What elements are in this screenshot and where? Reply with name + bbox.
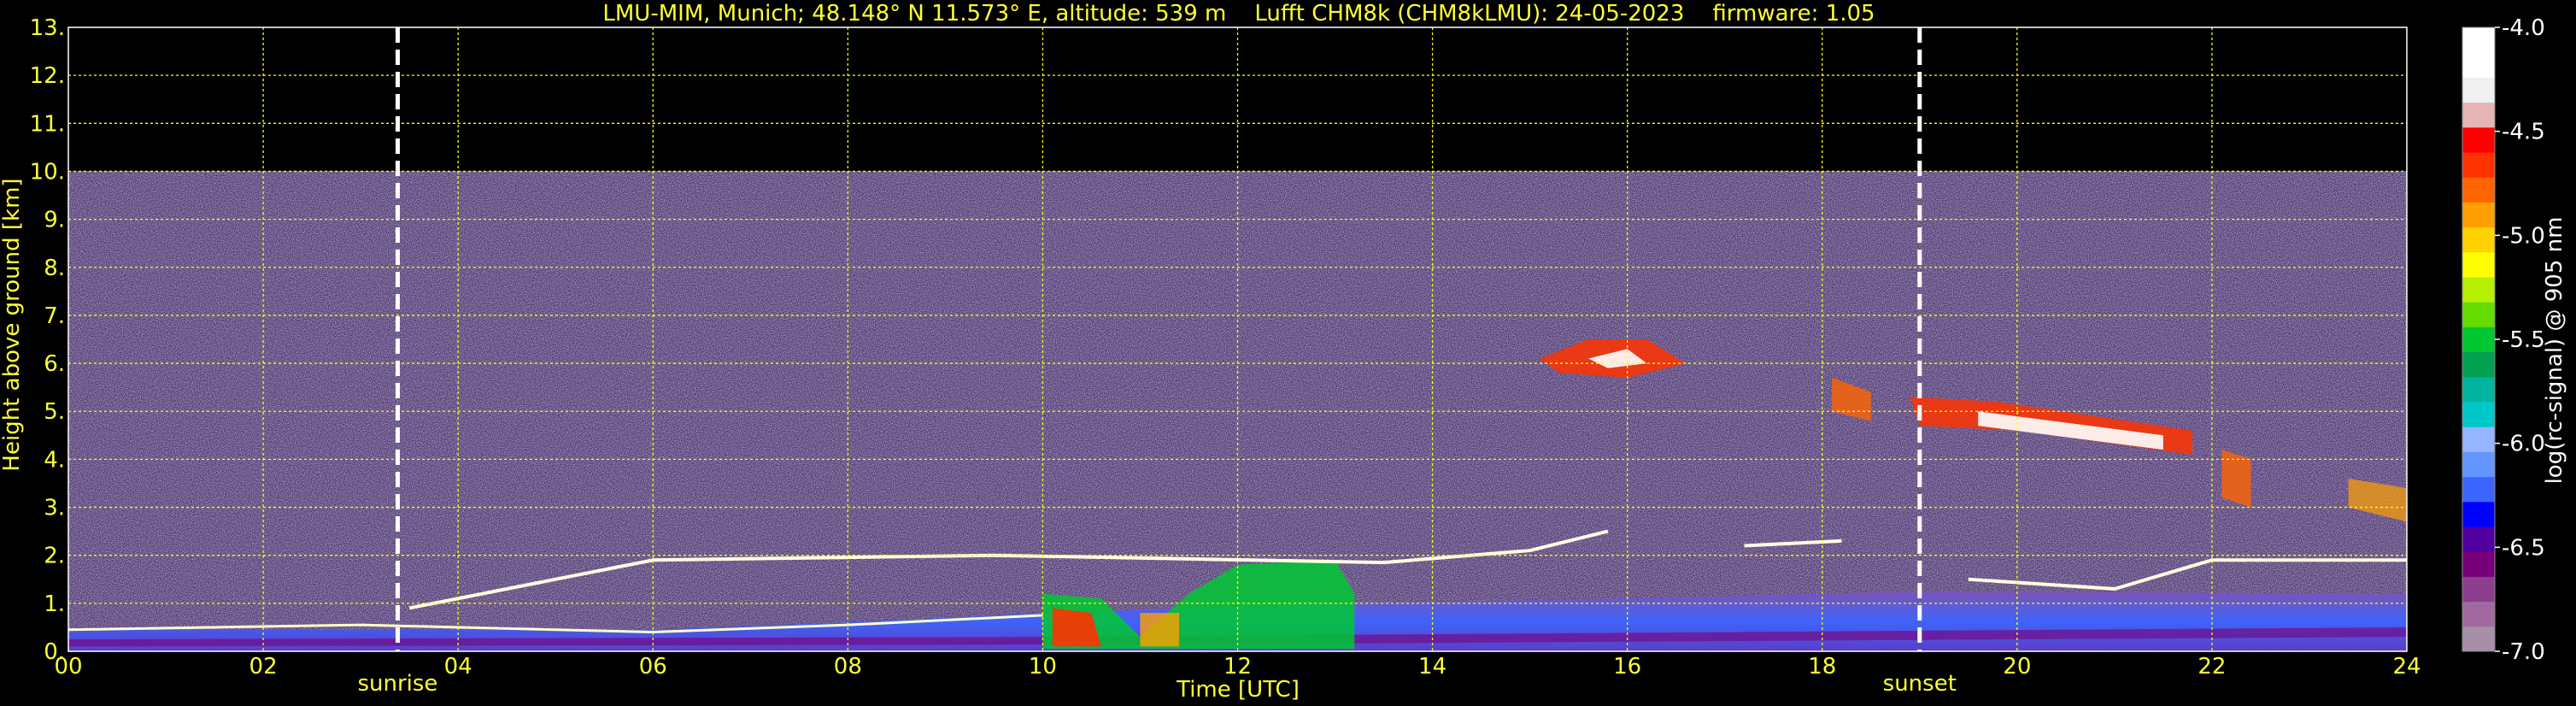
y-tick-label: 3. (44, 496, 65, 521)
x-tick-label: 16 (1613, 654, 1641, 680)
colorbar-tick-label: -6.0 (2502, 432, 2545, 457)
y-tick-label: 12. (30, 63, 65, 89)
colorbar-tick-label: -6.5 (2502, 535, 2545, 561)
x-axis-label: Time [UTC] (1176, 677, 1300, 703)
x-tick-label: 22 (2198, 654, 2226, 680)
colorbar-segment (2462, 251, 2495, 278)
colorbar-segment (2462, 601, 2495, 627)
y-tick-label: 11. (30, 111, 65, 137)
y-tick-label: 6. (44, 351, 65, 377)
y-tick-label: 1. (44, 591, 65, 617)
y-tick-label: 7. (44, 303, 65, 329)
y-tick-label: 2. (44, 544, 65, 569)
colorbar-label: log(rc-signal) @ 905 nm (2542, 217, 2567, 485)
colorbar-segment (2462, 202, 2495, 228)
colorbar-segment (2462, 277, 2495, 303)
y-tick-label: 5. (44, 399, 65, 425)
colorbar-tick-label: -5.0 (2502, 223, 2545, 249)
colorbar-tick-label: -4.0 (2502, 15, 2545, 41)
colorbar-segment (2462, 126, 2495, 153)
colorbar-segment (2462, 327, 2495, 353)
colorbar-tick-label: -4.5 (2502, 120, 2545, 145)
x-tick-label: 20 (2003, 654, 2031, 680)
ceilometer-chart: LMU-MIM, Munich; 48.148° N 11.573° E, al… (0, 0, 2576, 706)
x-tick-label: 14 (1418, 654, 1446, 680)
colorbar-segment (2462, 152, 2495, 178)
colorbar-segment (2462, 527, 2495, 552)
colorbar-segment (2462, 402, 2495, 427)
sunset-label: sunset (1883, 671, 1957, 697)
colorbar-tick-label: -7.0 (2502, 639, 2545, 665)
colorbar-tick-label: -5.5 (2502, 327, 2545, 353)
colorbar-segment (2462, 227, 2495, 253)
colorbar-segment (2462, 576, 2495, 603)
colorbar-segment (2462, 27, 2495, 53)
colorbar-segment (2462, 451, 2495, 478)
y-tick-label: 8. (44, 256, 65, 281)
x-tick-label: 12 (1223, 654, 1252, 680)
chart-title: LMU-MIM, Munich; 48.148° N 11.573° E, al… (602, 1, 1875, 26)
x-tick-label: 18 (1808, 654, 1836, 680)
y-axis-label: Height above ground [km] (0, 178, 25, 471)
colorbar-segment (2462, 376, 2495, 403)
x-tick-label: 04 (444, 654, 472, 680)
colorbar-segment (2462, 551, 2495, 577)
x-tick-label: 02 (249, 654, 278, 680)
colorbar-segment (2462, 77, 2495, 103)
x-tick-label: 00 (54, 654, 82, 680)
colorbar-segment (2462, 302, 2495, 327)
y-tick-label: 4. (44, 447, 65, 473)
colorbar-segment (2462, 177, 2495, 203)
y-tick-label: 10. (30, 159, 65, 185)
x-tick-label: 24 (2392, 654, 2421, 680)
midlevel-cloud (2221, 450, 2251, 508)
convective-cloud-core (1140, 613, 1180, 647)
colorbar-segment (2462, 102, 2495, 128)
x-tick-label: 10 (1029, 654, 1057, 680)
colorbar-segment (2462, 626, 2495, 652)
colorbar-segment (2462, 427, 2495, 452)
y-tick-label: 13. (30, 15, 65, 41)
y-tick-label: 9. (44, 208, 65, 233)
colorbar-segment (2462, 52, 2495, 78)
x-tick-label: 08 (834, 654, 862, 680)
colorbar-segment (2462, 351, 2495, 378)
x-tick-label: 06 (639, 654, 667, 680)
colorbar-segment (2462, 501, 2495, 527)
colorbar-segment (2462, 476, 2495, 503)
sunrise-label: sunrise (357, 671, 437, 697)
